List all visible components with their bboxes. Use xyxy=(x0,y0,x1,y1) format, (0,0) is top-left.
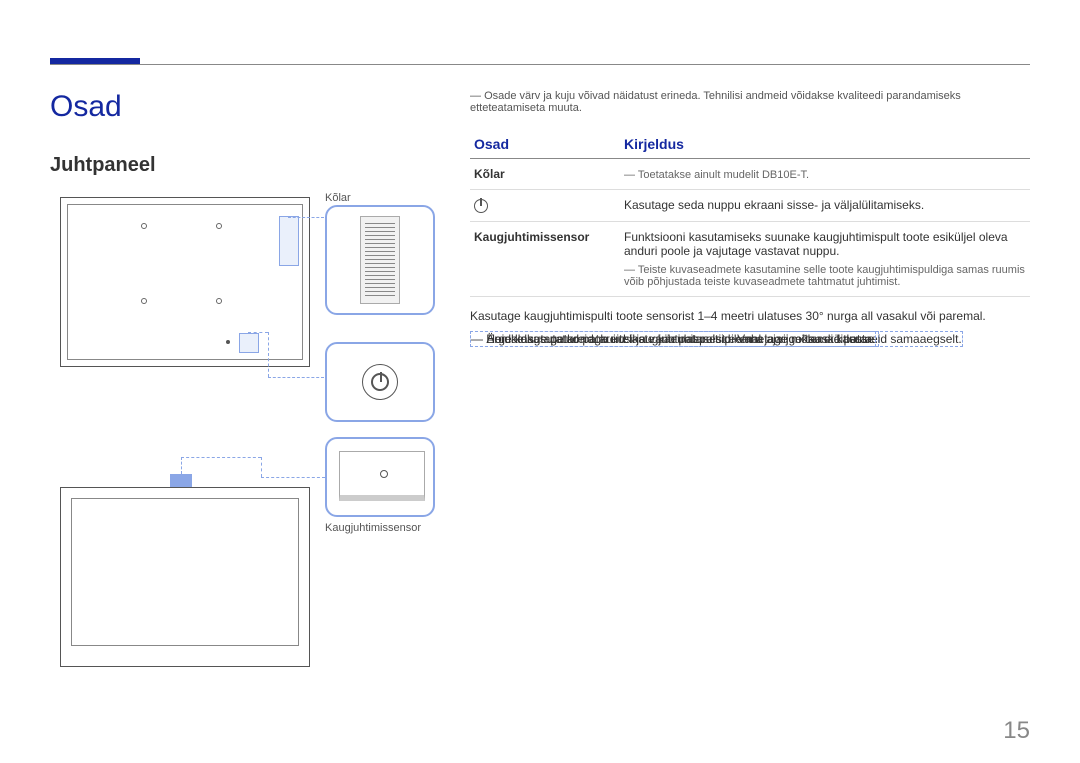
part-cell: Kaugjuhtimissensor xyxy=(470,221,620,296)
desc-cell: Funktsiooni kasutamiseks suunake kaugjuh… xyxy=(620,221,1030,296)
speaker-callout xyxy=(325,205,435,315)
section-title: Osad xyxy=(50,90,440,124)
header-tab-accent xyxy=(50,58,140,64)
usage-notes: Kasutage kaugjuhtimispulti toote sensori… xyxy=(470,309,1030,323)
usage-note: Eemaldage patareid, kui te kaugjuhtimisp… xyxy=(470,331,876,347)
desc-subnote: Teiste kuvaseadmete kasutamine selle too… xyxy=(624,264,1026,288)
power-button-icon xyxy=(362,364,398,400)
right-column: Osade värv ja kuju võivad näidatust erin… xyxy=(470,90,1030,717)
power-icon xyxy=(474,199,488,213)
speaker-icon xyxy=(360,216,400,304)
col-header-part: Osad xyxy=(470,130,620,159)
speaker-label: Kõlar xyxy=(325,192,351,204)
usage-main: Kasutage kaugjuhtimispulti toote sensori… xyxy=(470,309,1030,323)
power-highlight xyxy=(239,333,259,353)
page-number: 15 xyxy=(1003,717,1030,745)
power-callout xyxy=(325,342,435,422)
table-row: Kasutage seda nuppu ekraani sisse- ja vä… xyxy=(470,190,1030,222)
table-row: Kõlar Toetatakse ainult mudelit DB10E-T. xyxy=(470,159,1030,190)
intro-note: Osade värv ja kuju võivad näidatust erin… xyxy=(470,90,1030,114)
sensor-icon xyxy=(339,451,425,501)
header-rule xyxy=(50,64,1030,65)
desc-cell: Toetatakse ainult mudelit DB10E-T. xyxy=(620,159,1030,190)
subsection-title: Juhtpaneel xyxy=(50,154,440,177)
device-diagram: Kõlar Kaugjuhtimissensor xyxy=(50,187,440,717)
device-front-diagram xyxy=(60,487,310,667)
sensor-label: Kaugjuhtimissensor xyxy=(325,522,421,534)
col-header-desc: Kirjeldus xyxy=(620,130,1030,159)
speaker-highlight xyxy=(279,216,299,266)
sensor-callout xyxy=(325,437,435,517)
sensor-highlight xyxy=(170,474,192,488)
part-cell xyxy=(470,190,620,222)
parts-table: Osad Kirjeldus Kõlar Toetatakse ainult m… xyxy=(470,130,1030,297)
device-back-diagram xyxy=(60,197,310,367)
desc-cell: Kasutage seda nuppu ekraani sisse- ja vä… xyxy=(620,190,1030,222)
part-cell: Kõlar xyxy=(470,159,620,190)
table-row: Kaugjuhtimissensor Funktsiooni kasutamis… xyxy=(470,221,1030,296)
left-column: Osad Juhtpaneel Kõlar Kaugjuhtimi xyxy=(50,90,440,717)
